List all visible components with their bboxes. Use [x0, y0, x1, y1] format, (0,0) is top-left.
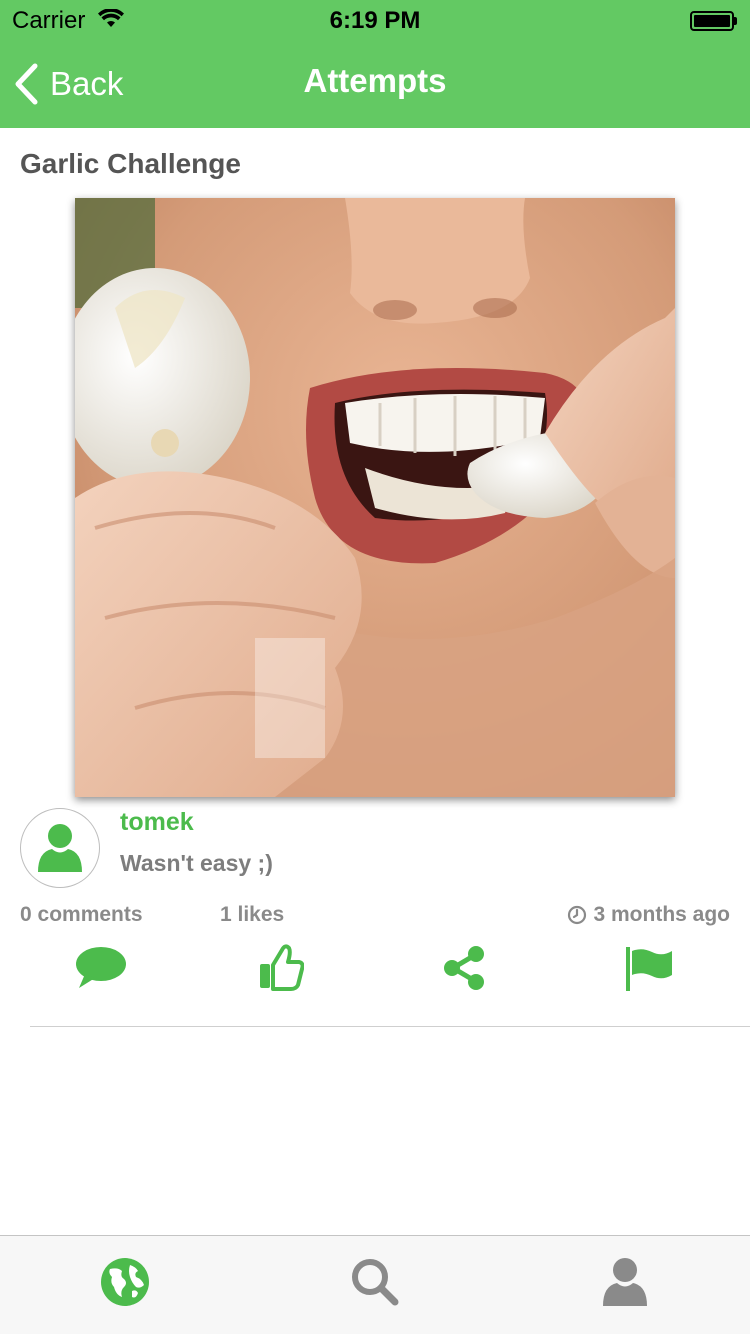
challenge-title: Garlic Challenge	[20, 148, 241, 179]
likes-count[interactable]: 1 likes	[220, 903, 284, 927]
globe-icon	[101, 1258, 149, 1306]
post-timestamp: 3 months ago	[567, 903, 730, 927]
divider	[30, 1026, 750, 1027]
flag-button[interactable]	[619, 940, 679, 996]
tab-bar	[0, 1235, 750, 1334]
comments-count[interactable]: 0 comments	[20, 903, 143, 927]
like-button[interactable]	[251, 940, 311, 996]
tab-explore[interactable]	[93, 1250, 157, 1314]
thumbs-up-icon	[260, 944, 304, 991]
share-button[interactable]	[434, 940, 494, 996]
status-bar: Carrier 6:19 PM	[0, 0, 750, 40]
username-link[interactable]: tomek	[120, 808, 194, 837]
avatar[interactable]	[20, 808, 100, 888]
user-icon	[603, 1258, 647, 1306]
photo-illustration	[75, 198, 675, 797]
comment-icon	[76, 947, 126, 988]
time-ago-label: 3 months ago	[593, 903, 730, 926]
clock-label: 6:19 PM	[329, 7, 421, 34]
battery-icon	[690, 11, 738, 31]
navigation-header: Carrier 6:19 PM Back Attempts	[0, 0, 750, 128]
tab-profile[interactable]	[593, 1250, 657, 1314]
flag-icon	[626, 947, 672, 991]
tab-search[interactable]	[343, 1250, 407, 1314]
attempt-photo[interactable]	[75, 198, 675, 797]
comment-button[interactable]	[71, 940, 131, 996]
user-icon	[38, 824, 82, 872]
share-icon	[444, 946, 484, 990]
page-title: Attempts	[303, 62, 447, 99]
search-icon	[352, 1259, 399, 1306]
clock-icon	[568, 905, 587, 925]
attempt-caption: Wasn't easy ;)	[120, 850, 273, 876]
